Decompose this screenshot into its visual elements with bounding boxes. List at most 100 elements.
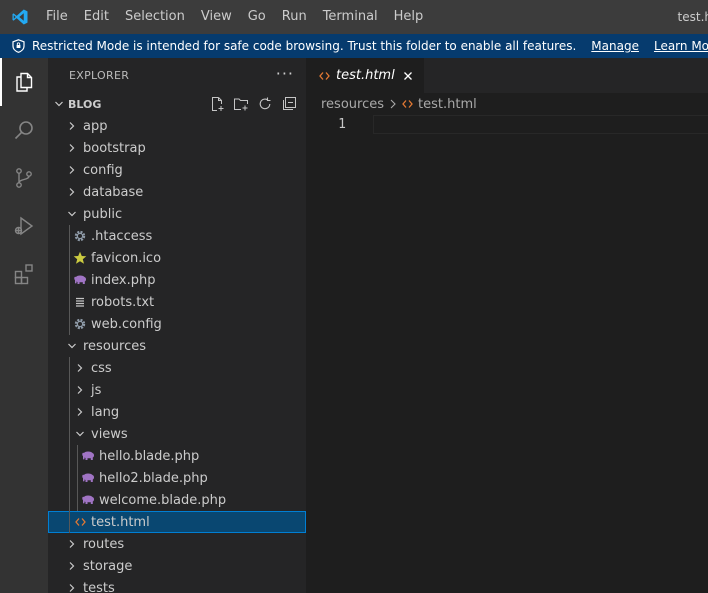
- php-elephant-icon: [80, 492, 96, 508]
- tree-item-label: web.config: [91, 316, 162, 332]
- tree-item-label: database: [83, 184, 144, 200]
- editor-area: 1: [306, 115, 708, 593]
- tab-label: test.html: [336, 68, 395, 83]
- tree-item-label: hello2.blade.php: [99, 470, 208, 486]
- restricted-mode-banner: Restricted Mode is intended for safe cod…: [0, 34, 708, 58]
- extensions-icon[interactable]: [0, 250, 48, 298]
- folder-item[interactable]: public: [48, 203, 306, 225]
- html-file-icon: [402, 99, 413, 109]
- activity-bar: [0, 58, 48, 593]
- tree-item-label: welcome.blade.php: [99, 492, 227, 508]
- chevron-right-icon: [72, 360, 88, 376]
- tree-item-label: app: [83, 118, 108, 134]
- tree-item-label: test.html: [91, 514, 150, 530]
- file-tree: app bootstrap config database public .htacces…: [48, 115, 306, 593]
- menu-go[interactable]: Go: [240, 0, 274, 34]
- folder-item[interactable]: js: [48, 379, 306, 401]
- tree-item-label: routes: [83, 536, 125, 552]
- tree-item-label: robots.txt: [91, 294, 155, 310]
- tree-item-label: index.php: [91, 272, 156, 288]
- folder-item[interactable]: lang: [48, 401, 306, 423]
- section-actions: [208, 95, 298, 113]
- menu-run[interactable]: Run: [274, 0, 315, 34]
- tree-item-label: lang: [91, 404, 120, 420]
- refresh-icon[interactable]: [256, 95, 274, 113]
- file-item[interactable]: .htaccess: [48, 225, 306, 247]
- shield-icon: [12, 39, 25, 53]
- manage-link[interactable]: Manage: [591, 39, 639, 53]
- explorer-sidebar: EXPLORER ··· BLOG app bootstrap config data…: [48, 58, 306, 593]
- tree-item-label: resources: [83, 338, 147, 354]
- tree-item-label: views: [91, 426, 128, 442]
- php-elephant-icon: [80, 470, 96, 486]
- php-elephant-icon: [80, 448, 96, 464]
- chevron-right-icon: [64, 140, 80, 156]
- menu-selection[interactable]: Selection: [117, 0, 193, 34]
- collapse-all-icon[interactable]: [280, 95, 298, 113]
- folder-item[interactable]: database: [48, 181, 306, 203]
- file-item[interactable]: test.html: [48, 511, 306, 533]
- menu-edit[interactable]: Edit: [76, 0, 117, 34]
- chevron-down-icon: [64, 338, 80, 354]
- star-icon: [72, 250, 88, 266]
- folder-item[interactable]: storage: [48, 555, 306, 577]
- search-icon[interactable]: [0, 106, 48, 154]
- tree-item-label: hello.blade.php: [99, 448, 200, 464]
- folder-item[interactable]: bootstrap: [48, 137, 306, 159]
- run-debug-icon[interactable]: [0, 202, 48, 250]
- file-item[interactable]: hello.blade.php: [48, 445, 306, 467]
- file-item[interactable]: robots.txt: [48, 291, 306, 313]
- file-item[interactable]: favicon.ico: [48, 247, 306, 269]
- chevron-right-icon: [64, 558, 80, 574]
- menu-bar: File Edit Selection View Go Run Terminal Help: [42, 0, 431, 34]
- code-editor[interactable]: [373, 115, 708, 593]
- learn-more-link[interactable]: Learn More: [654, 39, 708, 53]
- tree-item-label: js: [91, 382, 102, 398]
- tree-item-label: css: [91, 360, 112, 376]
- workspace-section-header[interactable]: BLOG: [48, 93, 306, 115]
- source-control-icon[interactable]: [0, 154, 48, 202]
- chevron-right-icon: [72, 404, 88, 420]
- tab-test-html[interactable]: test.html: [306, 58, 424, 93]
- explorer-icon[interactable]: [0, 58, 48, 106]
- folder-item[interactable]: views: [48, 423, 306, 445]
- file-item[interactable]: hello2.blade.php: [48, 467, 306, 489]
- tree-item-label: tests: [83, 580, 115, 593]
- html-file-icon: [72, 514, 88, 530]
- tree-item-label: .htaccess: [91, 228, 153, 244]
- line-number: 1: [338, 117, 346, 132]
- title-bar: File Edit Selection View Go Run Terminal Help t…: [0, 0, 708, 34]
- folder-item[interactable]: app: [48, 115, 306, 137]
- folder-item[interactable]: css: [48, 357, 306, 379]
- folder-item[interactable]: config: [48, 159, 306, 181]
- file-item[interactable]: index.php: [48, 269, 306, 291]
- menu-file[interactable]: File: [42, 0, 76, 34]
- more-actions-button[interactable]: ···: [276, 64, 294, 83]
- chevron-right-icon: [64, 118, 80, 134]
- new-folder-icon[interactable]: [232, 95, 250, 113]
- chevron-right-icon: [64, 536, 80, 552]
- new-file-icon[interactable]: [208, 95, 226, 113]
- menu-terminal[interactable]: Terminal: [315, 0, 386, 34]
- editor-tab-bar: test.html: [306, 58, 708, 93]
- chevron-down-icon: [53, 98, 65, 110]
- chevron-down-icon: [72, 426, 88, 442]
- breadcrumb-folder[interactable]: resources: [321, 97, 384, 112]
- folder-item[interactable]: resources: [48, 335, 306, 357]
- file-item[interactable]: welcome.blade.php: [48, 489, 306, 511]
- explorer-title: EXPLORER: [69, 69, 130, 82]
- chevron-down-icon: [64, 206, 80, 222]
- menu-help[interactable]: Help: [386, 0, 432, 34]
- banner-message: Restricted Mode is intended for safe cod…: [32, 39, 577, 53]
- close-icon[interactable]: [400, 68, 416, 84]
- chevron-right-icon: [72, 382, 88, 398]
- breadcrumb-file[interactable]: test.html: [418, 97, 477, 112]
- tree-item-label: public: [83, 206, 123, 222]
- file-item[interactable]: web.config: [48, 313, 306, 335]
- folder-item[interactable]: routes: [48, 533, 306, 555]
- vscode-logo-icon: [10, 7, 30, 27]
- folder-item[interactable]: tests: [48, 577, 306, 593]
- menu-view[interactable]: View: [193, 0, 240, 34]
- gear-icon: [72, 316, 88, 332]
- breadcrumb: resources test.html: [306, 93, 708, 115]
